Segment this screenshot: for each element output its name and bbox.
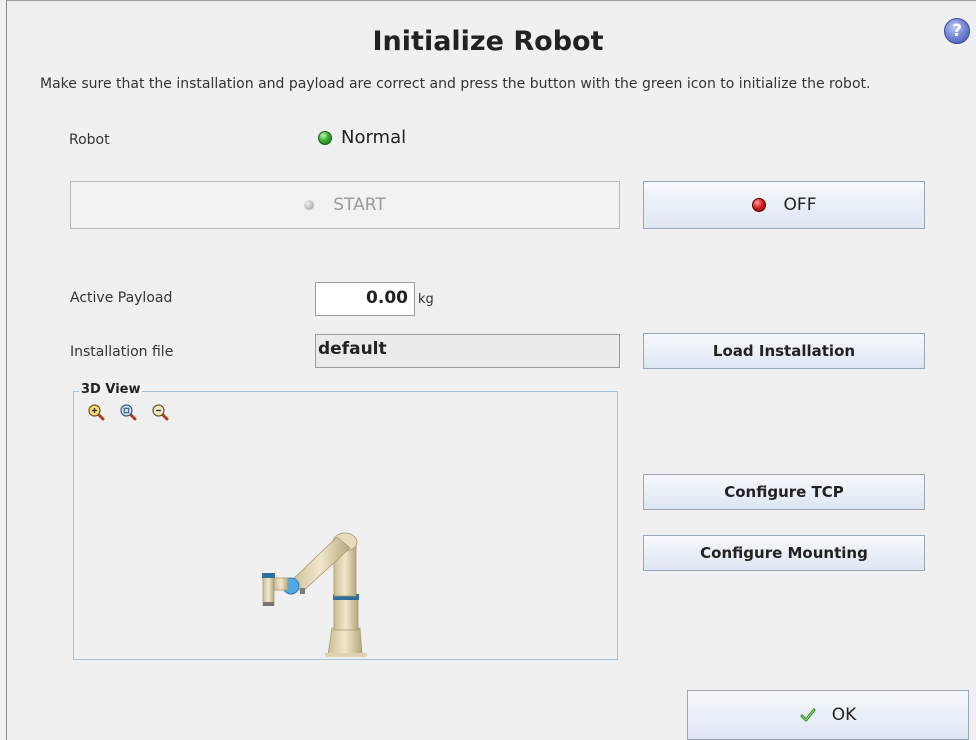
power-off-button[interactable]: OFF — [643, 181, 925, 229]
start-grey-led-icon — [304, 200, 315, 210]
start-button-label: START — [333, 195, 386, 215]
robot-status-text: Normal — [341, 127, 407, 148]
zoom-out-icon[interactable] — [151, 403, 169, 421]
zoom-reset-icon[interactable] — [119, 403, 137, 421]
installation-file-field: default — [315, 334, 620, 368]
payload-input[interactable]: 0.00 — [315, 282, 415, 316]
robot-status: Normal — [318, 127, 406, 148]
power-off-label: OFF — [783, 195, 817, 215]
window-border-top — [6, 0, 976, 1]
robot-arm-model — [262, 532, 367, 657]
dialog-title: Initialize Robot — [372, 26, 604, 57]
checkmark-icon — [800, 708, 816, 722]
payload-unit: kg — [418, 292, 434, 307]
installation-label: Installation file — [70, 344, 174, 360]
configure-mounting-button[interactable]: Configure Mounting — [643, 535, 925, 571]
robot-label: Robot — [69, 132, 110, 148]
window-border — [6, 0, 7, 740]
zoom-in-icon[interactable] — [87, 403, 105, 421]
configure-tcp-button[interactable]: Configure TCP — [643, 474, 925, 510]
instruction-text: Make sure that the installation and payl… — [40, 76, 871, 92]
start-button[interactable]: START — [70, 181, 620, 229]
status-green-led-icon — [318, 130, 332, 145]
load-installation-button[interactable]: Load Installation — [643, 333, 925, 369]
3d-view-title: 3D View — [79, 382, 143, 397]
help-icon[interactable]: ? — [944, 18, 970, 44]
red-led-icon — [751, 198, 766, 212]
ok-button[interactable]: OK — [687, 690, 969, 740]
payload-label: Active Payload — [70, 290, 173, 306]
ok-label: OK — [831, 705, 857, 725]
